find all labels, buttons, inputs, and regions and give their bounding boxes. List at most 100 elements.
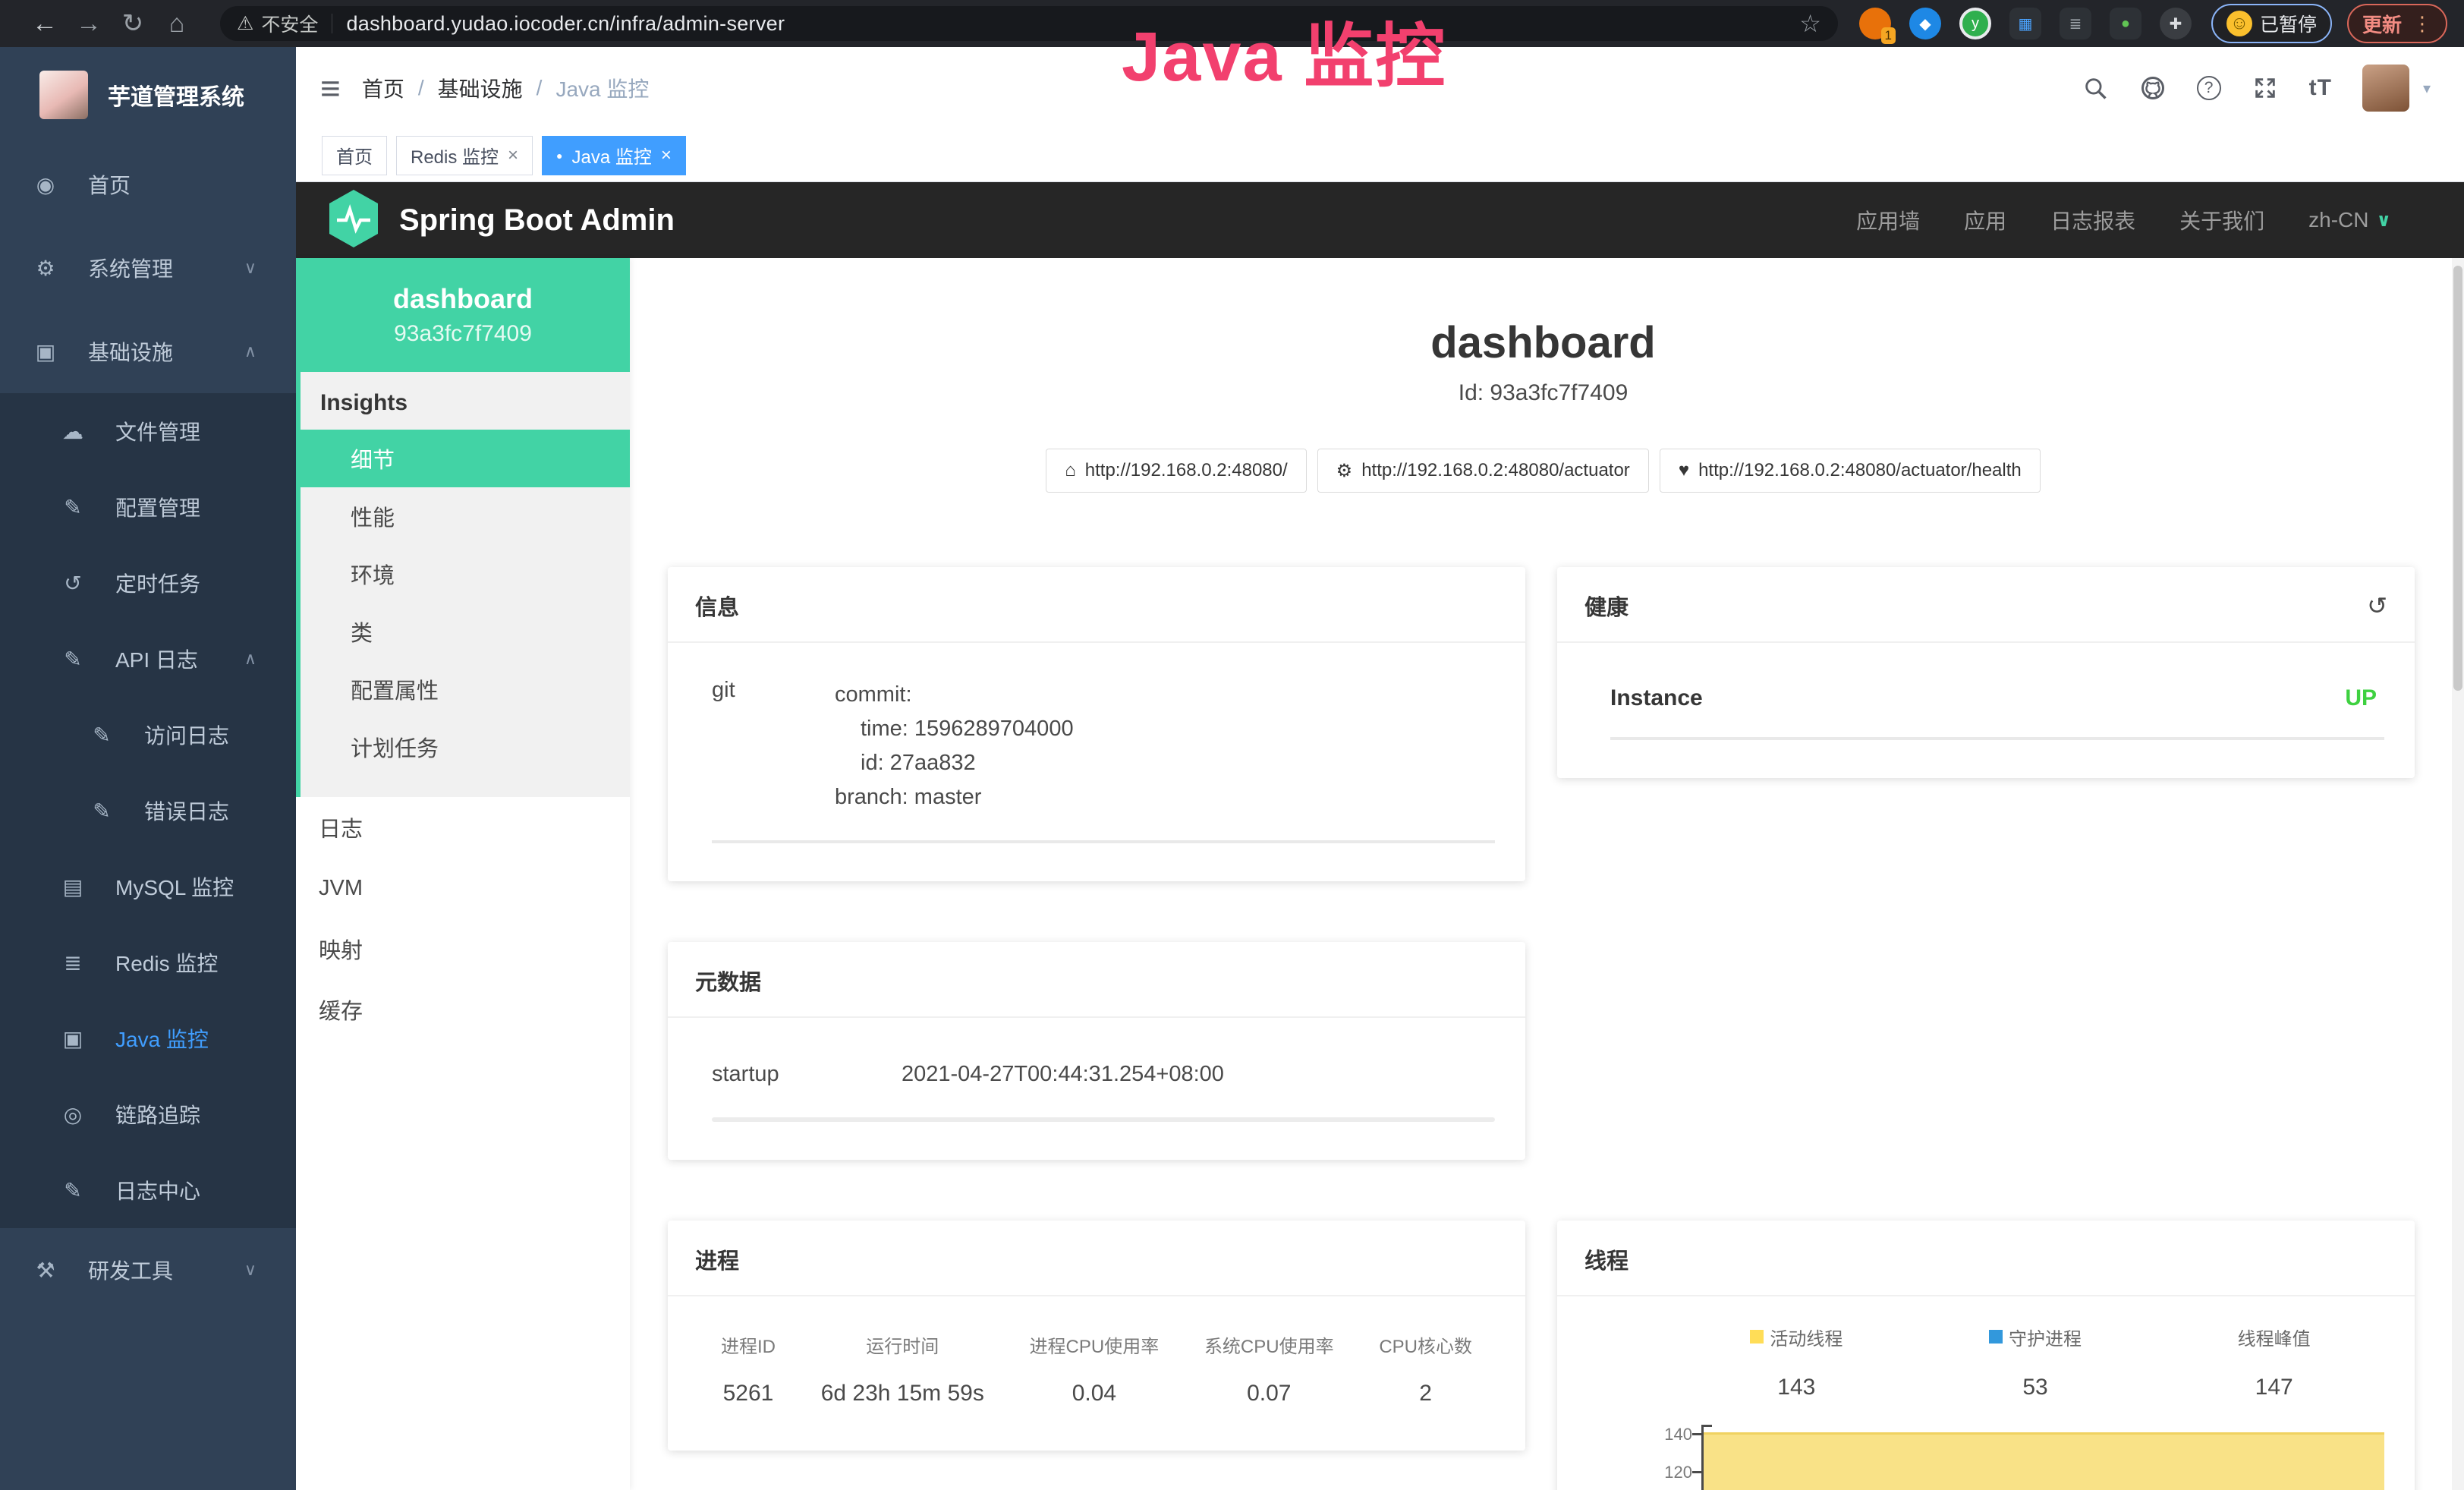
sba-logo-icon xyxy=(326,188,381,253)
close-icon[interactable]: × xyxy=(508,145,518,166)
y-extension-icon[interactable]: y xyxy=(1959,8,1991,39)
leaf-extension-icon[interactable]: ● xyxy=(2110,8,2141,39)
sidebar-item-log-center[interactable]: ✎ 日志中心 xyxy=(0,1152,296,1228)
browser-home-button[interactable]: ⌂ xyxy=(155,9,199,39)
sba-nav-applications[interactable]: 应用 xyxy=(1964,205,2006,235)
chrome-update-button[interactable]: 更新 ⋮ xyxy=(2347,4,2447,43)
sba-nav-about[interactable]: 关于我们 xyxy=(2179,205,2264,235)
browser-menu-icon[interactable]: ⋮ xyxy=(2412,12,2432,36)
sidebar-item-infra[interactable]: ▣ 基础设施 ∧ xyxy=(0,310,296,393)
sba-menu-config-props[interactable]: 配置属性 xyxy=(301,660,630,718)
y-tick-120: 120 xyxy=(1578,1463,1692,1482)
sba-menu-metrics[interactable]: 性能 xyxy=(301,487,630,545)
active-dot: ● xyxy=(556,150,562,162)
sba-nav-wall[interactable]: 应用墙 xyxy=(1856,205,1920,235)
card-title: 线程 xyxy=(1584,1243,1629,1275)
main-column: ≡ 首页 / 基础设施 / Java 监控 ? xyxy=(296,47,2464,1490)
grid-extension-icon[interactable]: ▦ xyxy=(2009,8,2041,39)
github-icon[interactable] xyxy=(2139,74,2167,102)
browser-reload-button[interactable]: ↻ xyxy=(111,8,155,39)
profile-paused-chip[interactable]: ☺ 已暂停 xyxy=(2211,4,2332,43)
browser-back-button[interactable]: ← xyxy=(23,9,67,39)
sidebar-item-access-logs[interactable]: ✎ 访问日志 xyxy=(0,697,296,773)
health-url-button[interactable]: ♥ http://192.168.0.2:48080/actuator/heal… xyxy=(1660,449,2041,493)
pin-extension-icon[interactable]: ◆ xyxy=(1909,8,1941,39)
sba-insights-section: Insights 细节 性能 环境 类 配置属性 计划任务 xyxy=(296,372,630,797)
sba-menu-details[interactable]: 细节 xyxy=(296,430,630,487)
font-size-icon[interactable]: tT xyxy=(2309,75,2332,101)
user-avatar[interactable] xyxy=(2362,65,2409,112)
avatar-caret-icon[interactable]: ▾ xyxy=(2423,79,2431,98)
legend-live-threads: 活动线程 143 xyxy=(1677,1324,1916,1400)
edit-icon: ✎ xyxy=(59,495,87,520)
actuator-url-button[interactable]: ⚙ http://192.168.0.2:48080/actuator xyxy=(1317,449,1649,493)
switch-extension-icon[interactable]: ≣ xyxy=(2060,8,2091,39)
breadcrumb-infra[interactable]: 基础设施 xyxy=(438,73,523,103)
sba-menu-scheduled-tasks[interactable]: 计划任务 xyxy=(301,718,630,776)
process-card: 进程 进程ID 5261 运行时间 6d 23h 15m 59 xyxy=(668,1221,1525,1451)
sba-locale-select[interactable]: zh-CN ∨ xyxy=(2308,208,2391,232)
browser-forward-button[interactable]: → xyxy=(67,9,111,39)
sidebar-item-system[interactable]: ⚙ 系统管理 ∨ xyxy=(0,226,296,310)
chevron-down-icon: ∨ xyxy=(244,1260,256,1280)
breadcrumb: 首页 / 基础设施 / Java 监控 xyxy=(362,73,650,103)
sidebar-collapse-icon[interactable]: ≡ xyxy=(296,68,362,109)
sidebar-item-mysql-monitor[interactable]: ▤ MySQL 监控 xyxy=(0,849,296,925)
sidebar-item-scheduled-jobs[interactable]: ↺ 定时任务 xyxy=(0,545,296,621)
sba-menu-environment[interactable]: 环境 xyxy=(301,545,630,603)
metadata-key: startup xyxy=(712,1062,902,1087)
sidebar-item-dev-tools[interactable]: ⚒ 研发工具 ∨ xyxy=(0,1228,296,1312)
tab-redis-monitor[interactable]: Redis 监控 × xyxy=(396,136,533,175)
home-icon: ⌂ xyxy=(1065,460,1076,481)
help-icon[interactable]: ? xyxy=(2197,76,2221,100)
bookmark-star-icon[interactable]: ☆ xyxy=(1799,9,1821,38)
sidebar-item-java-monitor[interactable]: ▣ Java 监控 xyxy=(0,1000,296,1076)
header-actions: ? tT ▾ xyxy=(2082,65,2464,112)
threads-card: 线程 活动线程 143 守护进程 53 xyxy=(1557,1221,2415,1490)
sidebar-item-api-logs[interactable]: ✎ API 日志 ∧ xyxy=(0,621,296,697)
sba-menu-jvm[interactable]: JVM xyxy=(296,858,630,918)
log-icon: ✎ xyxy=(88,799,115,824)
tab-home[interactable]: 首页 xyxy=(322,136,387,175)
address-bar[interactable]: ⚠ 不安全 dashboard.yudao.iocoder.cn/infra/a… xyxy=(220,6,1838,41)
sba-menu-classes[interactable]: 类 xyxy=(301,603,630,660)
instance-id: Id: 93a3fc7f7409 xyxy=(668,380,2418,406)
sba-menu-caches[interactable]: 缓存 xyxy=(296,979,630,1040)
card-title: 健康 xyxy=(1584,590,1629,622)
sidebar-item-tracing[interactable]: ◎ 链路追踪 xyxy=(0,1076,296,1152)
cpu-cores: CPU核心数 2 xyxy=(1379,1331,1472,1407)
sba-content: dashboard Id: 93a3fc7f7409 ⌂ http://192.… xyxy=(630,258,2464,1490)
metadata-card: 元数据 startup 2021-04-27T00:44:31.254+08:0… xyxy=(668,942,1525,1160)
tags-view-bar: 首页 Redis 监控 × ● Java 监控 × xyxy=(296,129,2464,182)
close-icon[interactable]: × xyxy=(661,145,672,166)
health-instance-label: Instance xyxy=(1610,685,1703,711)
colorzilla-extension-icon[interactable]: 1 xyxy=(1859,8,1891,39)
brand-area[interactable]: 芋道管理系统 xyxy=(0,47,296,143)
sba-nav-journal[interactable]: 日志报表 xyxy=(2050,205,2135,235)
fullscreen-icon[interactable] xyxy=(2252,74,2279,102)
sba-menu-logs[interactable]: 日志 xyxy=(296,797,630,858)
sidebar-item-redis-monitor[interactable]: ≣ Redis 监控 xyxy=(0,925,296,1000)
sidebar-item-files[interactable]: ☁ 文件管理 xyxy=(0,393,296,469)
scrollbar-thumb[interactable] xyxy=(2453,266,2462,691)
not-secure-warning-icon: ⚠ xyxy=(237,12,253,35)
sidebar-item-config[interactable]: ✎ 配置管理 xyxy=(0,469,296,545)
extensions-puzzle-icon[interactable]: ✚ xyxy=(2160,8,2192,39)
scrollbar-track[interactable] xyxy=(2452,258,2464,1490)
sba-nav-links: 应用墙 应用 日志报表 关于我们 zh-CN ∨ xyxy=(1856,205,2434,235)
info-value: commit: time: 1596289704000 id: 27aa832 … xyxy=(835,678,1074,814)
brand-logo-image xyxy=(39,71,88,119)
sba-instance-header[interactable]: dashboard 93a3fc7f7409 xyxy=(296,258,630,372)
sba-menu-mappings[interactable]: 映射 xyxy=(296,918,630,979)
sidebar-item-home[interactable]: ◉ 首页 xyxy=(0,143,296,226)
tab-java-monitor[interactable]: ● Java 监控 × xyxy=(542,136,686,175)
process-pid: 进程ID 5261 xyxy=(721,1331,776,1407)
breadcrumb-home[interactable]: 首页 xyxy=(362,73,404,103)
sidebar-item-error-logs[interactable]: ✎ 错误日志 xyxy=(0,773,296,849)
service-url-button[interactable]: ⌂ http://192.168.0.2:48080/ xyxy=(1046,449,1306,493)
instance-links: ⌂ http://192.168.0.2:48080/ ⚙ http://192… xyxy=(668,449,2418,493)
history-icon[interactable]: ↺ xyxy=(2367,591,2387,620)
sba-brand-title[interactable]: Spring Boot Admin xyxy=(399,203,675,238)
search-icon[interactable] xyxy=(2082,74,2109,102)
url-text: dashboard.yudao.iocoder.cn/infra/admin-s… xyxy=(346,12,1789,36)
